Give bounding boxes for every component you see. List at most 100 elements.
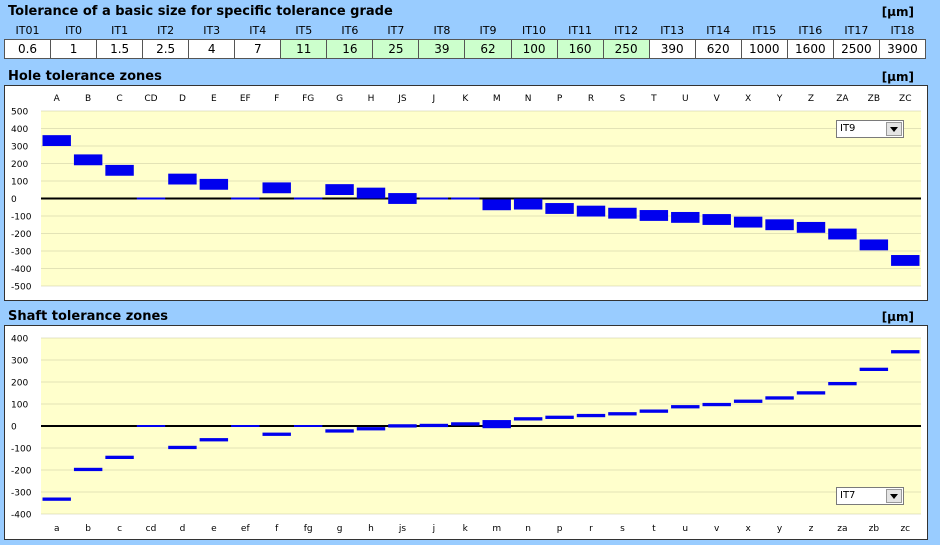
grade-header-it15: IT15 [752, 24, 777, 37]
grade-header-it3: IT3 [203, 24, 221, 37]
shaft-y-tick-label: 300 [11, 357, 28, 367]
grade-header-it1: IT1 [111, 24, 129, 37]
hole-category-label-x: X [745, 94, 751, 104]
hole-y-tick-label: 500 [11, 108, 28, 118]
shaft-chart: 400 300 200 100 0 -100 -200 -300 -400 a b c cd d e ef f f… [11, 335, 921, 534]
shaft-category-label-a: a [54, 524, 60, 534]
hole-category-label-js: JS [397, 94, 407, 104]
shaft-zone-bar-ef [231, 425, 260, 427]
hole-zone-bar-j [419, 197, 449, 200]
grade-header-it5: IT5 [295, 24, 313, 37]
hole-category-label-g: G [336, 94, 343, 104]
grade-value-it12: 250 [602, 39, 650, 59]
hole-chart: 500 400 300 200 100 0 -100 -200 -300 -400 -500 A B C C… [11, 94, 921, 293]
hole-category-label-p: P [557, 94, 563, 104]
shaft-category-label-zc: zc [900, 524, 910, 534]
shaft-y-tick-label: -100 [11, 445, 32, 455]
hole-y-tick-label: -500 [11, 283, 32, 293]
grade-header-it7: IT7 [387, 24, 405, 37]
hole-zone-bar-js [388, 193, 417, 204]
grade-header-it12: IT12 [614, 24, 639, 37]
grade-header-it14: IT14 [706, 24, 731, 37]
hole-category-label-z: Z [808, 94, 814, 104]
shaft-y-tick-label: 100 [11, 401, 28, 411]
hole-y-tick-label: 0 [11, 195, 17, 205]
grade-value-it9: 62 [464, 39, 512, 59]
hole-zone-bar-t [639, 210, 669, 221]
shaft-zone-bar-f [262, 432, 291, 436]
grade-value-it0: 1 [50, 39, 98, 59]
hole-category-label-s: S [620, 94, 626, 104]
hole-zone-bar-p [545, 203, 574, 214]
grade-header-it6: IT6 [341, 24, 359, 37]
shaft-zone-bar-k [451, 422, 480, 426]
hole-y-tick-label: -200 [11, 230, 32, 240]
grade-value-it4: 7 [234, 39, 282, 59]
grade-header-it10: IT10 [522, 24, 547, 37]
shaft-zone-bar-fg [293, 425, 323, 427]
hole-chart-panel: 500 400 300 200 100 0 -100 -200 -300 -400 -500 A B C C… [4, 85, 928, 301]
hole-category-label-ef: EF [240, 94, 251, 104]
hole-category-label-a: A [54, 94, 61, 104]
hole-y-tick-label: 200 [11, 160, 28, 170]
hole-y-tick-label: 400 [11, 125, 28, 135]
shaft-category-label-z: z [809, 524, 814, 534]
shaft-zone-bar-y [765, 396, 794, 400]
shaft-zone-bar-m [482, 420, 511, 429]
hole-y-tick-label: -100 [11, 213, 32, 223]
shaft-category-label-za: za [837, 524, 847, 534]
hole-zone-bar-zb [859, 239, 889, 251]
hole-grade-select[interactable]: IT9 [836, 120, 904, 138]
grade-header-row: IT01 IT0 IT1 IT2 IT3 IT4 IT5 IT6 IT7 IT8 IT9 IT10 IT… [5, 22, 926, 40]
hole-category-label-m: M [493, 94, 501, 104]
grade-value-it13: 390 [648, 39, 696, 59]
shaft-zone-bar-js [388, 424, 417, 428]
hole-category-label-d: D [179, 94, 186, 104]
grade-header-it8: IT8 [433, 24, 451, 37]
grade-value-it6: 16 [326, 39, 374, 59]
hole-zone-bar-za [828, 228, 857, 240]
grade-header-it13: IT13 [660, 24, 685, 37]
hole-zone-bar-s [608, 207, 637, 219]
hole-zone-bar-r [576, 205, 606, 217]
shaft-title: Shaft tolerance zones [8, 309, 168, 324]
hole-y-tick-label: -300 [11, 248, 32, 258]
shaft-zone-bar-r [576, 413, 606, 418]
grades-unit: [µm] [881, 5, 914, 19]
shaft-zone-bar-zb [859, 367, 889, 371]
grade-header-it4: IT4 [249, 24, 267, 37]
chevron-down-icon[interactable] [886, 489, 902, 503]
shaft-category-label-v: v [714, 524, 720, 534]
hole-zone-bar-z [796, 221, 826, 233]
shaft-category-label-t: t [652, 524, 656, 534]
hole-zone-bar-y [765, 219, 794, 231]
grade-value-it14: 620 [694, 39, 742, 59]
shaft-category-label-js: js [398, 524, 407, 534]
hole-zone-bar-v [702, 214, 731, 225]
shaft-category-label-h: h [368, 524, 374, 534]
shaft-category-label-zb: zb [869, 524, 880, 534]
shaft-zone-bar-v [702, 402, 731, 407]
chevron-down-icon[interactable] [886, 122, 902, 136]
shaft-unit: [µm] [881, 310, 914, 324]
hole-zone-bar-e [199, 178, 229, 190]
hole-category-label-k: K [462, 94, 469, 104]
hole-category-label-h: H [368, 94, 375, 104]
hole-zone-bar-a [42, 135, 71, 146]
hole-zone-bar-f [262, 182, 291, 194]
shaft-category-label-u: u [682, 524, 688, 534]
grade-value-row: 0.6 1 1.5 2.5 4 7 11 16 25 39 62 100 160 250 390 620 100… [3, 39, 927, 59]
hole-zone-bar-x [733, 216, 763, 228]
shaft-category-label-d: d [180, 524, 186, 534]
shaft-y-tick-label: 200 [11, 379, 28, 389]
hole-category-label-b: B [85, 94, 91, 104]
shaft-chart-panel: 400 300 200 100 0 -100 -200 -300 -400 a b c cd d e ef f f… [4, 325, 928, 540]
hole-category-label-zc: ZC [899, 94, 911, 104]
shaft-grade-select[interactable]: IT7 [836, 487, 904, 505]
hole-zone-bar-k [451, 197, 480, 200]
hole-category-label-f: F [274, 94, 279, 104]
hole-category-label-fg: FG [302, 94, 314, 104]
hole-category-label-u: U [682, 94, 689, 104]
grade-header-it18: IT18 [890, 24, 915, 37]
shaft-category-label-s: s [620, 524, 625, 534]
